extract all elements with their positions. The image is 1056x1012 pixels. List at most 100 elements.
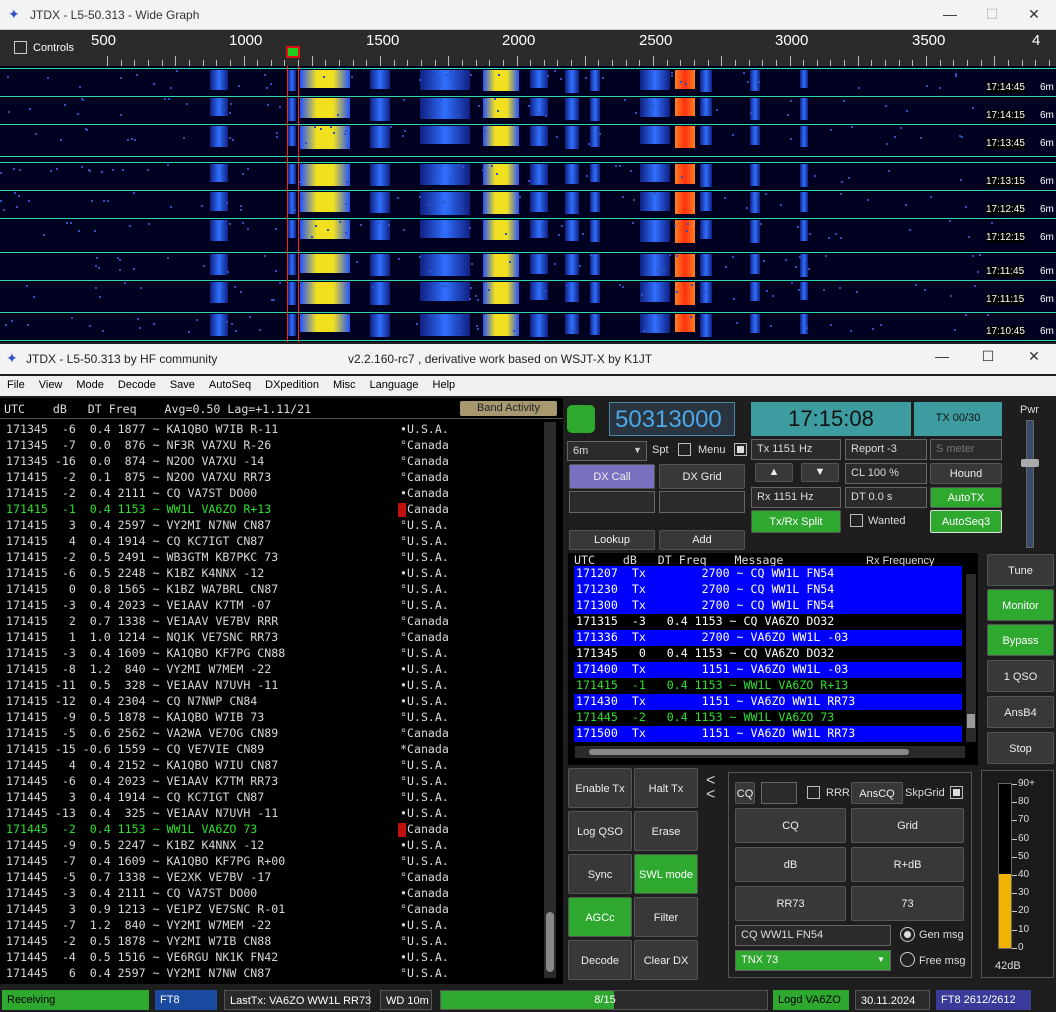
rx-hscrollbar[interactable] (575, 746, 965, 758)
band-activity-row[interactable]: 171415 -5 0.6 2562 ~ VA2WA VE7OG CN89 (6, 726, 334, 742)
minimize-icon[interactable]: — (940, 6, 960, 22)
lookup-button[interactable]: Lookup (569, 530, 655, 550)
frequency-scale[interactable]: Controls 500 1000 1500 2000 2500 3000 3500 4 (0, 30, 1056, 66)
band-activity-row[interactable]: 171445 -5 0.7 1338 ~ VE2XK VE7BV -17 (6, 870, 334, 886)
rx-frequency-marker[interactable] (286, 46, 300, 58)
band-activity-row[interactable]: 171445 -2 0.4 1153 ~ WW1L VA6ZO 73 (6, 822, 334, 838)
minimize-icon[interactable]: — (932, 348, 952, 364)
autotx-button[interactable]: AutoTX (930, 487, 1002, 508)
dx-grid-button[interactable]: DX Grid (659, 464, 745, 489)
autoseq-button[interactable]: AutoSeq3 (930, 510, 1002, 533)
log-qso-button[interactable]: Log QSO (568, 811, 632, 851)
anscq-button[interactable]: AnsCQ (851, 782, 903, 804)
generated-message-field[interactable]: CQ WW1L FN54 (735, 925, 891, 946)
menu-checkbox[interactable] (734, 443, 747, 456)
free-msg-radio[interactable] (900, 952, 915, 967)
band-activity-row[interactable]: 171415 -11 0.5 328 ~ VE1AAV N7UVH -11 (6, 678, 334, 694)
scrollbar-thumb[interactable] (546, 912, 554, 972)
band-activity-row[interactable]: 171445 3 0.4 1914 ~ CQ KC7IGT CN87 (6, 790, 334, 806)
stop-button[interactable]: Stop (987, 732, 1054, 764)
band-activity-row[interactable]: 171345 -6 0.4 1877 ~ KA1QBO W7IB R-11 (6, 422, 334, 438)
band-activity-button[interactable]: Band Activity (460, 401, 557, 416)
dx-call-input[interactable] (569, 491, 655, 513)
tx-down-button[interactable]: ▼ (801, 463, 839, 482)
filter-button[interactable]: Filter (634, 897, 698, 937)
cl-field[interactable]: CL 100 % (845, 463, 927, 484)
power-slider-handle[interactable] (1021, 459, 1039, 467)
dial-frequency[interactable]: 50313000 (609, 402, 735, 436)
band-activity-row[interactable]: 171445 3 0.9 1213 ~ VE1PZ VE7SNC R-01 (6, 902, 334, 918)
rr73-button[interactable]: RR73 (735, 886, 846, 921)
rx-frequency-field[interactable]: Rx 1151 Hz (751, 487, 841, 508)
s-meter-field[interactable]: S meter (930, 439, 1002, 460)
rx-scrollbar[interactable] (966, 574, 976, 742)
band-activity-row[interactable]: 171415 -15 -0.6 1559 ~ CQ VE7VIE CN89 (6, 742, 334, 758)
grid-button[interactable]: Grid (851, 808, 964, 843)
decode-button[interactable]: Decode (568, 940, 632, 980)
band-activity-row[interactable]: 171445 -3 0.4 2111 ~ CQ VA7ST DO00 (6, 886, 334, 902)
spt-checkbox[interactable] (678, 443, 691, 456)
band-activity-row[interactable]: 171415 2 0.7 1338 ~ VE1AAV VE7BV RRR (6, 614, 334, 630)
rrr-checkbox[interactable] (807, 786, 820, 799)
swl-mode-button[interactable]: SWL mode (634, 854, 698, 894)
close-icon[interactable]: ✕ (1024, 348, 1044, 365)
r-db-button[interactable]: R+dB (851, 847, 964, 882)
band-activity-row[interactable]: 171345 -16 0.0 874 ~ N2OO VA7XU -14 (6, 454, 334, 470)
monitor-button[interactable]: Monitor (987, 589, 1054, 621)
erase-button[interactable]: Erase (634, 811, 698, 851)
resize-arrows-icon[interactable]: < < (706, 773, 715, 803)
band-activity-row[interactable]: 171415 4 0.4 1914 ~ CQ KC7IGT CN87 (6, 534, 334, 550)
band-activity-row[interactable]: 171445 -6 0.4 2023 ~ VE1AAV K7TM RR73 (6, 774, 334, 790)
band-activity-row[interactable]: 171415 -2 0.5 2491 ~ WB3GTM KB7PKC 73 (6, 550, 334, 566)
band-activity-row[interactable]: 171415 0 0.8 1565 ~ K1BZ WA7BRL CN87 (6, 582, 334, 598)
band-activity-row[interactable]: 171445 -9 0.5 2247 ~ K1BZ K4NNX -12 (6, 838, 334, 854)
rx-frequency-row[interactable]: 171445 -2 0.4 1153 ~ WW1L VA6ZO 73 (576, 710, 964, 726)
rx-frequency-row[interactable]: 171415 -1 0.4 1153 ~ WW1L VA6ZO R+13 (576, 678, 964, 694)
band-activity-row[interactable]: 171445 -7 1.2 840 ~ VY2MI W7MEM -22 (6, 918, 334, 934)
band-activity-row[interactable]: 171415 -8 1.2 840 ~ VY2MI W7MEM -22 (6, 662, 334, 678)
cq-small-button[interactable]: CQ (735, 782, 755, 804)
band-activity-row[interactable]: 171445 4 0.4 2152 ~ KA1QBO W7IU CN87 (6, 758, 334, 774)
band-activity-row[interactable]: 171415 -2 0.1 875 ~ N2OO VA7XU RR73 (6, 470, 334, 486)
band-activity-row[interactable]: 171445 -7 0.4 1609 ~ KA1QBO KF7PG R+00 (6, 854, 334, 870)
rx-frequency-row[interactable]: 171430 Tx 1151 ~ VA6ZO WW1L RR73 (576, 694, 964, 710)
bypass-button[interactable]: Bypass (987, 624, 1054, 656)
band-activity-row[interactable]: 171445 -13 0.4 325 ~ VE1AAV N7UVH -11 (6, 806, 334, 822)
cq-button[interactable]: CQ (735, 808, 846, 843)
tune-button[interactable]: Tune (987, 554, 1054, 586)
maximize-icon[interactable]: ☐ (978, 348, 998, 365)
menu-help[interactable]: Help (426, 376, 463, 391)
tx-counter[interactable]: TX 00/30 (914, 402, 1002, 436)
band-activity-row[interactable]: 171445 6 0.4 2597 ~ VY2MI N7NW CN87 (6, 966, 334, 982)
one-qso-button[interactable]: 1 QSO (987, 660, 1054, 692)
dt-field[interactable]: DT 0.0 s (845, 487, 927, 508)
menu-mode[interactable]: Mode (69, 376, 111, 391)
menu-misc[interactable]: Misc (326, 376, 363, 391)
waterfall-display[interactable]: 17:14:45 6m 17:14:15 6m 17:13:45 6m 17:13:15 6m… (0, 66, 1056, 342)
73-button[interactable]: 73 (851, 886, 964, 921)
menu-decode[interactable]: Decode (111, 376, 163, 391)
menu-autoseq[interactable]: AutoSeq (202, 376, 258, 391)
cq-modifier-field[interactable] (761, 782, 797, 804)
band-activity-row[interactable]: 171415 -6 0.5 2248 ~ K1BZ K4NNX -12 (6, 566, 334, 582)
db-button[interactable]: dB (735, 847, 846, 882)
dx-grid-input[interactable] (659, 491, 745, 513)
band-activity-row[interactable]: 171415 1 1.0 1214 ~ NQ1K VE7SNC RR73 (6, 630, 334, 646)
sync-button[interactable]: Sync (568, 854, 632, 894)
band-activity-row[interactable]: 171415 -3 0.4 1609 ~ KA1QBO KF7PG CN88 (6, 646, 334, 662)
rx-frequency-row[interactable]: 171315 -3 0.4 1153 ~ CQ VA6ZO DO32 (576, 614, 964, 630)
controls-checkbox[interactable] (14, 41, 27, 54)
tx-frequency-field[interactable]: Tx 1151 Hz (751, 439, 841, 460)
band-activity-row[interactable]: 171415 -2 0.4 2111 ~ CQ VA7ST DO00 (6, 486, 334, 502)
band-activity-panel[interactable]: UTC dB DT Freq Avg=0.50 Lag=+1.11/21 Ban… (0, 398, 563, 984)
add-button[interactable]: Add (659, 530, 745, 550)
tx-up-button[interactable]: ▲ (755, 463, 793, 482)
hound-button[interactable]: Hound (930, 463, 1002, 484)
close-icon[interactable]: ✕ (1024, 6, 1044, 23)
band-activity-row[interactable]: 171415 -1 0.4 1153 ~ WW1L VA6ZO R+13 (6, 502, 334, 518)
band-activity-row[interactable]: 171445 -4 0.5 1516 ~ VE6RGU NK1K FN42 (6, 950, 334, 966)
rx-frequency-row[interactable]: 171500 Tx 1151 ~ VA6ZO WW1L RR73 (576, 726, 964, 742)
skpgrid-checkbox[interactable] (950, 786, 963, 799)
halt-tx-button[interactable]: Halt Tx (634, 768, 698, 808)
menu-file[interactable]: File (0, 376, 32, 391)
